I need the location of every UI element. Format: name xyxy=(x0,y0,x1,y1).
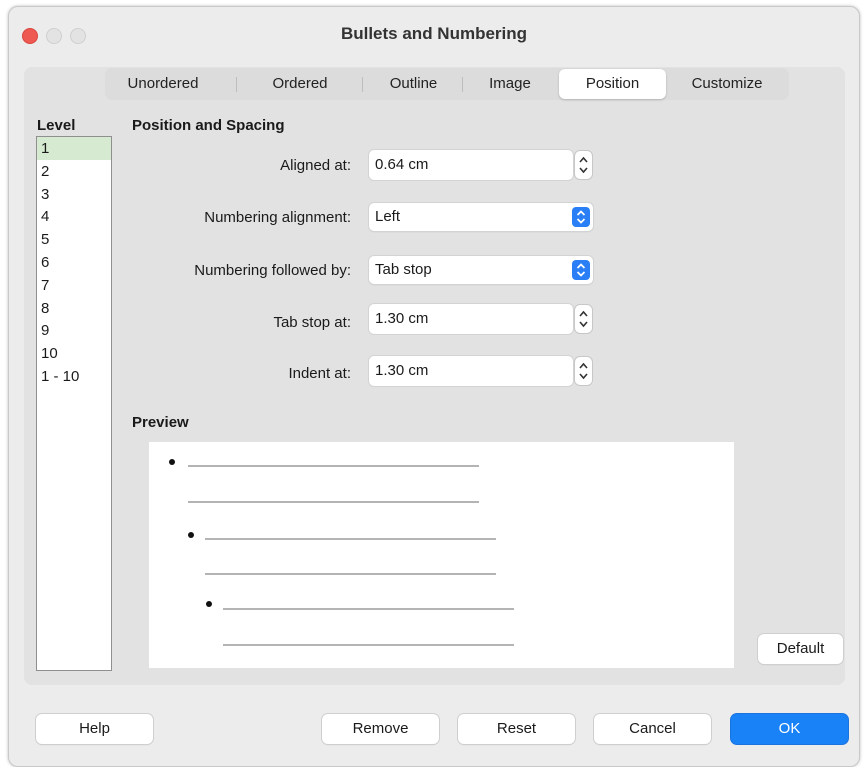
tab-bar: Unordered Ordered Outline Image Position… xyxy=(105,68,789,100)
tab-unordered[interactable]: Unordered xyxy=(105,68,221,100)
aligned-at-stepper[interactable] xyxy=(575,151,592,179)
preview-illustration xyxy=(169,459,514,646)
tab-stop-at-stepper[interactable] xyxy=(575,305,592,333)
indent-at-stepper[interactable] xyxy=(575,357,592,385)
indent-at-input[interactable]: 1.30 cm xyxy=(369,356,573,386)
tab-position[interactable]: Position xyxy=(559,69,666,99)
numbering-alignment-label: Numbering alignment: xyxy=(204,209,351,226)
level-item[interactable]: 1 xyxy=(37,137,111,160)
tab-stop-at-input[interactable]: 1.30 cm xyxy=(369,304,573,334)
tab-ordered[interactable]: Ordered xyxy=(237,68,363,100)
numbering-followed-by-select[interactable]: Tab stop xyxy=(369,256,593,284)
preview-heading: Preview xyxy=(132,414,189,431)
cancel-button[interactable]: Cancel xyxy=(594,714,711,744)
ok-button[interactable]: OK xyxy=(731,714,848,744)
numbering-followed-by-value: Tab stop xyxy=(375,261,432,278)
dialog-window: Bullets and Numbering Unordered Ordered … xyxy=(8,6,860,767)
stepper-arrows-icon xyxy=(579,362,588,380)
level-item[interactable]: 8 xyxy=(37,297,111,320)
level-list[interactable]: 1 2 3 4 5 6 7 8 9 10 1 - 10 xyxy=(36,136,112,671)
stepper-arrows-icon xyxy=(579,156,588,174)
stepper-arrows-icon xyxy=(579,310,588,328)
level-item[interactable]: 3 xyxy=(37,183,111,206)
level-item[interactable]: 2 xyxy=(37,160,111,183)
bullet-level-3 xyxy=(206,601,212,607)
numbering-alignment-select[interactable]: Left xyxy=(369,203,593,231)
indent-at-label: Indent at: xyxy=(288,365,351,382)
level-item[interactable]: 7 xyxy=(37,274,111,297)
level-item[interactable]: 5 xyxy=(37,228,111,251)
title-bar: Bullets and Numbering xyxy=(9,7,859,57)
aligned-at-label: Aligned at: xyxy=(280,157,351,174)
bullet-level-1 xyxy=(169,459,175,465)
position-spacing-heading: Position and Spacing xyxy=(132,117,285,134)
aligned-at-input[interactable]: 0.64 cm xyxy=(369,150,573,180)
bullet-level-2 xyxy=(188,532,194,538)
remove-button[interactable]: Remove xyxy=(322,714,439,744)
level-heading: Level xyxy=(37,117,76,134)
level-item[interactable]: 1 - 10 xyxy=(37,365,111,388)
level-item[interactable]: 9 xyxy=(37,319,111,342)
tab-image[interactable]: Image xyxy=(462,68,558,100)
select-chevrons-icon xyxy=(572,260,590,280)
help-button[interactable]: Help xyxy=(36,714,153,744)
reset-button[interactable]: Reset xyxy=(458,714,575,744)
tab-customize[interactable]: Customize xyxy=(668,68,786,100)
level-item[interactable]: 4 xyxy=(37,205,111,228)
tab-stop-at-label: Tab stop at: xyxy=(273,314,351,331)
tab-outline[interactable]: Outline xyxy=(363,68,464,100)
numbering-alignment-value: Left xyxy=(375,208,401,225)
preview-panel xyxy=(149,442,734,668)
level-item[interactable]: 6 xyxy=(37,251,111,274)
select-chevrons-icon xyxy=(572,207,590,227)
default-button[interactable]: Default xyxy=(758,634,843,664)
window-title: Bullets and Numbering xyxy=(340,24,528,43)
numbering-followed-by-label: Numbering followed by: xyxy=(194,262,351,279)
level-item[interactable]: 10 xyxy=(37,342,111,365)
